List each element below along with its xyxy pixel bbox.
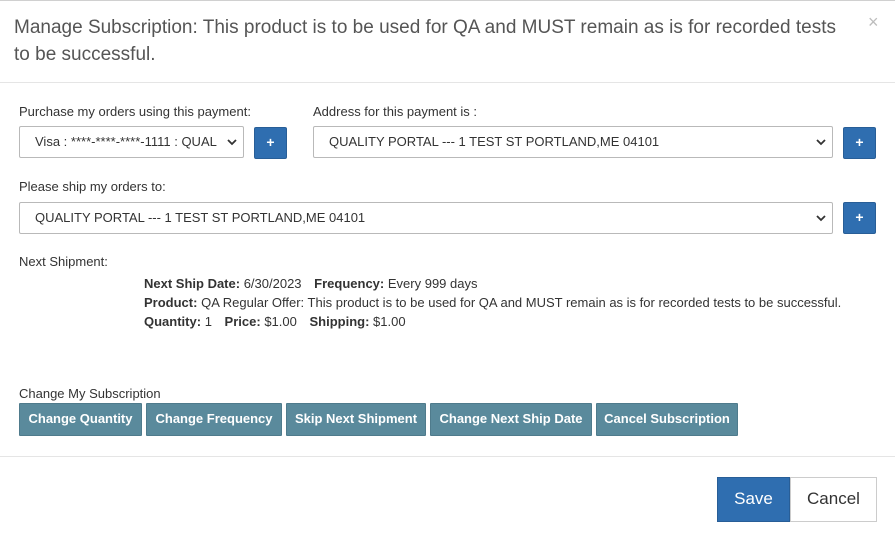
add-shipping-address-button[interactable]: +: [843, 202, 876, 234]
frequency-value: Every 999 days: [387, 276, 478, 291]
billing-address-select-value: QUALITY PORTAL --- 1 TEST ST PORTLAND,ME…: [329, 134, 660, 149]
modal-header: Manage Subscription: This product is to …: [0, 0, 895, 83]
change-frequency-button[interactable]: Change Frequency: [146, 403, 282, 436]
chevron-down-icon: [816, 215, 826, 222]
quantity-price-line: Quantity: 1 Price: $1.00 Shipping: $1.00: [144, 314, 406, 329]
quantity-value: 1: [204, 314, 212, 329]
change-next-ship-date-button[interactable]: Change Next Ship Date: [430, 403, 592, 436]
product-line: Product: QA Regular Offer: This product …: [144, 295, 841, 310]
chevron-down-icon: [816, 139, 826, 146]
billing-address-select[interactable]: QUALITY PORTAL --- 1 TEST ST PORTLAND,ME…: [313, 126, 833, 158]
footer-divider: [0, 456, 895, 457]
skip-next-shipment-button[interactable]: Skip Next Shipment: [286, 403, 426, 436]
product-value: QA Regular Offer: This product is to be …: [201, 295, 842, 310]
add-payment-button[interactable]: +: [254, 127, 287, 159]
change-subscription-label: Change My Subscription: [19, 386, 161, 401]
price-value: $1.00: [264, 314, 297, 329]
shipping-cost-value: $1.00: [373, 314, 406, 329]
payment-select-value: Visa : ****-****-****-1111 : QUAL: [35, 134, 217, 149]
close-icon[interactable]: ×: [868, 13, 879, 31]
cancel-button[interactable]: Cancel: [790, 477, 877, 522]
ship-date-value: 6/30/2023: [243, 276, 302, 291]
price-label: Price:: [224, 314, 261, 329]
billing-address-label: Address for this payment is :: [313, 104, 478, 119]
ship-date-frequency-line: Next Ship Date: 6/30/2023 Frequency: Eve…: [144, 276, 477, 291]
frequency-label: Frequency:: [314, 276, 385, 291]
ship-date-label: Next Ship Date:: [144, 276, 241, 291]
product-label: Product:: [144, 295, 198, 310]
manage-subscription-modal: Manage Subscription: This product is to …: [0, 0, 895, 541]
shipping-address-label: Please ship my orders to:: [19, 179, 166, 194]
payment-label: Purchase my orders using this payment:: [19, 104, 251, 119]
cancel-subscription-button[interactable]: Cancel Subscription: [596, 403, 738, 436]
shipping-cost-label: Shipping:: [309, 314, 370, 329]
change-quantity-button[interactable]: Change Quantity: [19, 403, 142, 436]
add-billing-address-button[interactable]: +: [843, 127, 876, 159]
chevron-down-icon: [227, 139, 237, 146]
save-button[interactable]: Save: [717, 477, 790, 522]
next-shipment-label: Next Shipment:: [19, 254, 108, 269]
payment-select[interactable]: Visa : ****-****-****-1111 : QUAL: [19, 126, 244, 158]
quantity-label: Quantity:: [144, 314, 202, 329]
shipping-address-select[interactable]: QUALITY PORTAL --- 1 TEST ST PORTLAND,ME…: [19, 202, 833, 234]
modal-title: Manage Subscription: This product is to …: [14, 17, 836, 65]
shipping-address-select-value: QUALITY PORTAL --- 1 TEST ST PORTLAND,ME…: [35, 210, 366, 225]
